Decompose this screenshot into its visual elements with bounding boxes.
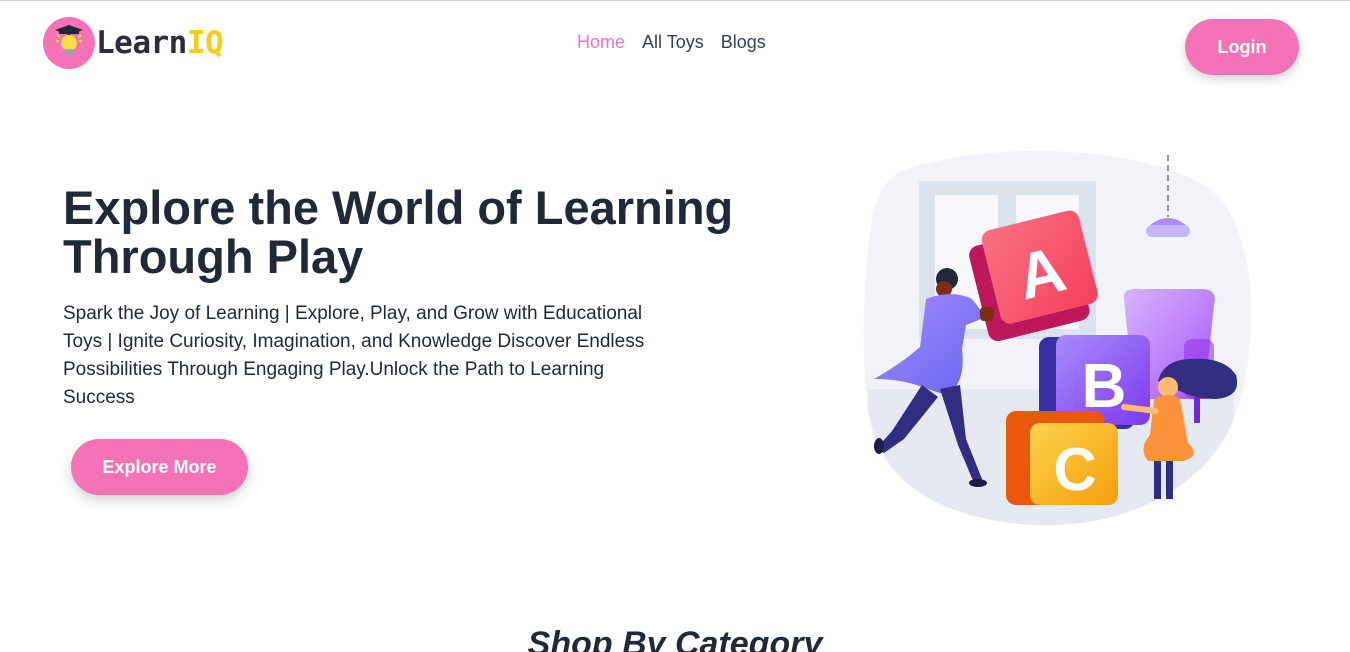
brand-name-iq: IQ xyxy=(186,25,224,61)
section-title: Shop By Category xyxy=(527,625,823,652)
hero-illustration: A B C xyxy=(863,151,1252,526)
block-b-letter: B xyxy=(1082,352,1127,421)
main-nav: Home All Toys Blogs xyxy=(577,32,766,53)
nav-all-toys-link[interactable]: All Toys xyxy=(642,32,704,53)
logo-badge xyxy=(43,17,95,69)
nav-home-link[interactable]: Home xyxy=(577,32,625,53)
explore-more-button[interactable]: Explore More xyxy=(71,439,248,495)
page: LearnIQ Home All Toys Blogs Login Explor… xyxy=(0,0,1350,652)
block-c-letter: C xyxy=(1053,436,1096,503)
brand-name-learn: Learn xyxy=(96,25,187,61)
brand-name: LearnIQ xyxy=(96,25,224,61)
brand-logo[interactable]: LearnIQ xyxy=(43,17,224,69)
lightbulb-graduation-icon xyxy=(55,25,83,56)
login-button[interactable]: Login xyxy=(1185,19,1299,75)
hero-title: Explore the World of Learning Through Pl… xyxy=(63,181,734,283)
hero-subtitle: Spark the Joy of Learning | Explore, Pla… xyxy=(63,303,645,408)
nav-blogs-link[interactable]: Blogs xyxy=(721,32,766,53)
